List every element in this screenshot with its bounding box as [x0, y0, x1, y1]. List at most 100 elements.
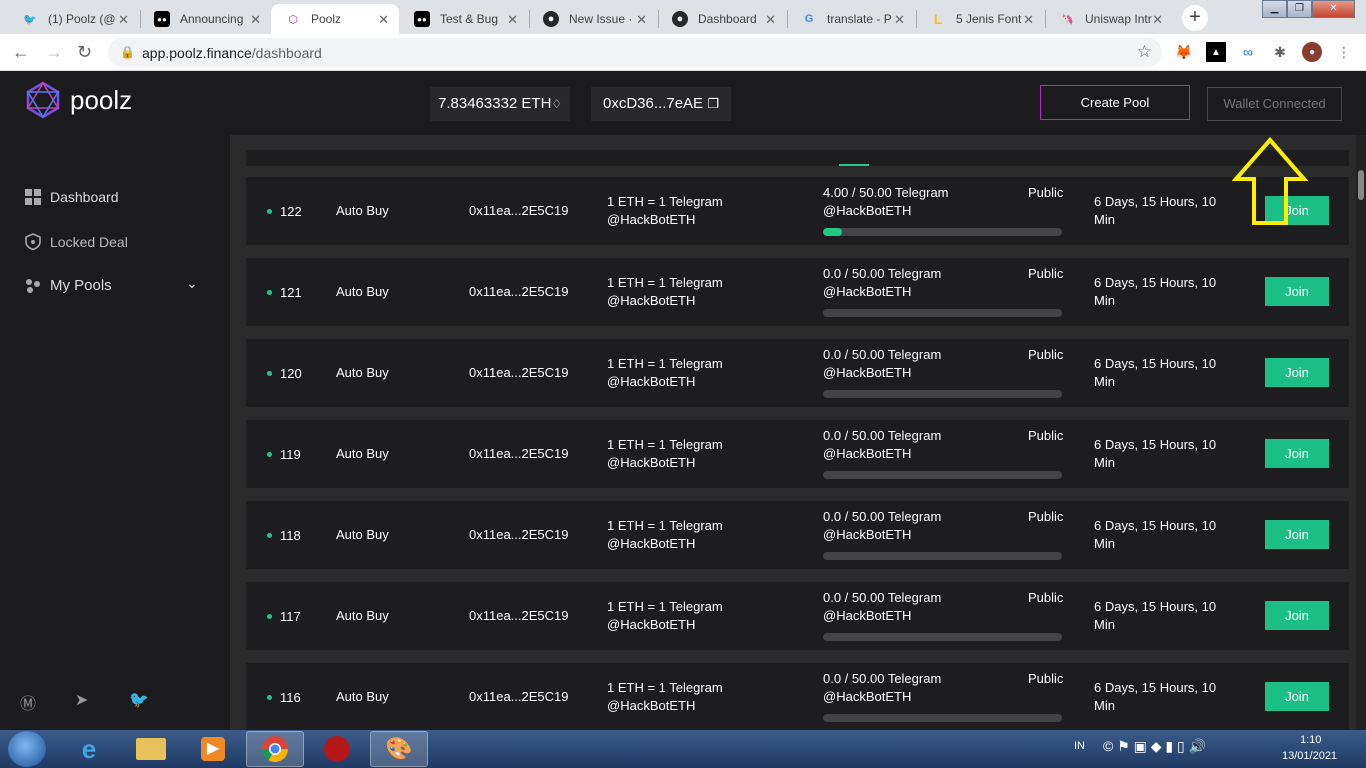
close-tab-icon[interactable]: ✕ — [118, 12, 129, 28]
tray-icons[interactable]: © ⚑ ▣ ◆ ▮ ▯ 🔊 — [1103, 738, 1206, 755]
pool-token-address[interactable]: 0x11ea...2E5C19 — [469, 526, 569, 544]
pool-time-left: 6 Days, 15 Hours, 10 Min — [1094, 194, 1217, 227]
pool-row[interactable]: 116 Auto Buy 0x11ea...2E5C19 1 ETH = 1 Tele… — [246, 663, 1349, 730]
join-button[interactable]: Join — [1265, 682, 1329, 711]
annotation-arrow-icon — [1232, 137, 1308, 225]
menu-kebab-icon[interactable]: ⋮ — [1334, 42, 1354, 62]
browser-tab-active[interactable]: ⬡ Poolz ✕ — [271, 4, 399, 34]
pool-token-address[interactable]: 0x11ea...2E5C19 — [469, 688, 569, 706]
address-bar[interactable]: 🔒 app.poolz.finance/dashboard ☆ — [108, 38, 1162, 67]
minimize-button[interactable]: ▁ — [1262, 0, 1287, 18]
browser-tab[interactable]: L 5 Jenis Font ✕ — [916, 4, 1044, 34]
poolz-logo-icon — [26, 81, 60, 119]
explorer-icon[interactable] — [122, 731, 180, 767]
browser-tab[interactable]: ●● Announcing ✕ — [140, 4, 271, 34]
close-tab-icon[interactable]: ✕ — [378, 12, 389, 28]
close-tab-icon[interactable]: ✕ — [765, 12, 776, 28]
close-window-button[interactable]: ✕ — [1312, 0, 1355, 18]
pool-progress-bar — [823, 309, 1062, 317]
browser-tab[interactable]: ●● Test & Bug ✕ — [400, 4, 528, 34]
browser-tab[interactable]: 🐦 (1) Poolz (@ ✕ — [8, 4, 139, 34]
pool-row[interactable]: 122 Auto Buy 0x11ea...2E5C19 1 ETH = 1 Tele… — [246, 177, 1349, 245]
pool-visibility: Public — [1028, 671, 1064, 686]
pool-visibility: Public — [1028, 347, 1064, 362]
bookmark-star-icon[interactable]: ☆ — [1137, 42, 1152, 62]
dashboard-grid-icon — [24, 189, 42, 205]
pool-row[interactable]: 119 Auto Buy 0x11ea...2E5C19 1 ETH = 1 Tele… — [246, 420, 1349, 488]
clock-date[interactable]: 13/01/2021 — [1282, 750, 1337, 762]
pool-row[interactable]: 118 Auto Buy 0x11ea...2E5C19 1 ETH = 1 Tele… — [246, 501, 1349, 569]
forward-icon[interactable]: → — [45, 42, 63, 63]
poolz-logo[interactable]: poolz — [24, 81, 132, 119]
pool-type: Auto Buy — [336, 446, 389, 461]
join-button[interactable]: Join — [1265, 439, 1329, 468]
pool-progress-fill — [823, 228, 843, 236]
join-button[interactable]: Join — [1265, 277, 1329, 306]
browser-tab[interactable]: ● New Issue · ✕ — [529, 4, 657, 34]
wallet-address[interactable]: 0xcD36...7eAE ❐ — [591, 87, 731, 121]
sidebar-item-my-pools[interactable]: My Pools — [24, 277, 112, 294]
wallet-connected-button[interactable]: Wallet Connected — [1207, 87, 1342, 121]
pool-amount: 0.0 / 50.00 Telegram @HackBotETH — [823, 428, 942, 461]
browser-tab[interactable]: 🦄 Uniswap Intr ✕ — [1045, 4, 1173, 34]
chrome-icon[interactable] — [246, 731, 304, 767]
pool-rate: 1 ETH = 1 Telegram @HackBotETH — [607, 680, 723, 713]
pool-progress-bar — [823, 471, 1062, 479]
scrollbar[interactable] — [1356, 135, 1366, 730]
extension-icon[interactable]: ∞ — [1238, 42, 1258, 62]
lock-icon[interactable]: 🔒 — [120, 45, 135, 59]
twitter-social-icon[interactable]: 🐦 — [129, 690, 149, 710]
medium-social-icon[interactable]: Ⓜ — [20, 690, 36, 714]
start-button[interactable] — [8, 731, 46, 767]
pool-row[interactable]: 121 Auto Buy 0x11ea...2E5C19 1 ETH = 1 Tele… — [246, 258, 1349, 326]
create-pool-button[interactable]: Create Pool — [1040, 85, 1190, 120]
pool-rate: 1 ETH = 1 Telegram @HackBotETH — [607, 518, 723, 551]
browser-toolbar: ← → ↻ 🔒 app.poolz.finance/dashboard ☆ 🦊 … — [0, 34, 1366, 71]
join-button[interactable]: Join — [1265, 601, 1329, 630]
windows-taskbar: e ▶ 🎨 IN © ⚑ ▣ ◆ ▮ ▯ 🔊 1:10 13/01/2021 — [0, 730, 1366, 768]
clock-time[interactable]: 1:10 — [1300, 734, 1321, 746]
close-tab-icon[interactable]: ✕ — [1152, 12, 1163, 28]
sidebar-item-dashboard[interactable]: Dashboard — [24, 189, 119, 205]
poolz-icon: ⬡ — [288, 13, 298, 26]
pool-id: 117 — [280, 609, 301, 624]
puzzle-icon[interactable]: ✱ — [1270, 42, 1290, 62]
pool-token-address[interactable]: 0x11ea...2E5C19 — [469, 445, 569, 463]
pool-token-address[interactable]: 0x11ea...2E5C19 — [469, 202, 569, 220]
ie-icon[interactable]: e — [60, 731, 118, 767]
close-tab-icon[interactable]: ✕ — [894, 12, 905, 28]
google-icon: G — [804, 13, 814, 25]
sidebar-item-locked-deal[interactable]: Locked Deal — [24, 233, 128, 250]
close-tab-icon[interactable]: ✕ — [250, 12, 261, 28]
new-tab-button[interactable]: + — [1182, 5, 1208, 31]
language-indicator[interactable]: IN — [1074, 740, 1085, 752]
pools-icon — [24, 278, 42, 294]
close-tab-icon[interactable]: ✕ — [636, 12, 647, 28]
back-icon[interactable]: ← — [12, 42, 30, 63]
pool-row[interactable]: 117 Auto Buy 0x11ea...2E5C19 1 ETH = 1 Tele… — [246, 582, 1349, 650]
app-icon[interactable] — [308, 731, 366, 767]
close-tab-icon[interactable]: ✕ — [1023, 12, 1034, 28]
pool-token-address[interactable]: 0x11ea...2E5C19 — [469, 283, 569, 301]
browser-tab[interactable]: G translate - P ✕ — [787, 4, 915, 34]
copy-icon[interactable]: ❐ — [707, 96, 719, 111]
metamask-icon[interactable]: 🦊 — [1174, 42, 1194, 62]
chevron-down-icon[interactable]: ⌄ — [186, 275, 198, 292]
media-player-icon[interactable]: ▶ — [184, 731, 242, 767]
pool-amount: 0.0 / 50.00 Telegram @HackBotETH — [823, 590, 942, 623]
reload-icon[interactable]: ↻ — [77, 42, 92, 63]
close-tab-icon[interactable]: ✕ — [507, 12, 518, 28]
maximize-button[interactable]: ❐ — [1287, 0, 1312, 18]
join-button[interactable]: Join — [1265, 520, 1329, 549]
paint-icon[interactable]: 🎨 — [370, 731, 428, 767]
window-controls: ▁ ❐ ✕ — [1262, 0, 1355, 18]
extension-icon[interactable]: ▲ — [1206, 42, 1226, 62]
pool-progress-bar — [823, 228, 1062, 236]
pool-token-address[interactable]: 0x11ea...2E5C19 — [469, 607, 569, 625]
pool-row[interactable]: 120 Auto Buy 0x11ea...2E5C19 1 ETH = 1 Tele… — [246, 339, 1349, 407]
browser-tab[interactable]: ● Dashboard ✕ — [658, 4, 786, 34]
telegram-icon[interactable]: ➤ — [75, 690, 88, 710]
join-button[interactable]: Join — [1265, 358, 1329, 387]
pool-token-address[interactable]: 0x11ea...2E5C19 — [469, 364, 569, 382]
avatar[interactable]: ● — [1302, 42, 1322, 62]
